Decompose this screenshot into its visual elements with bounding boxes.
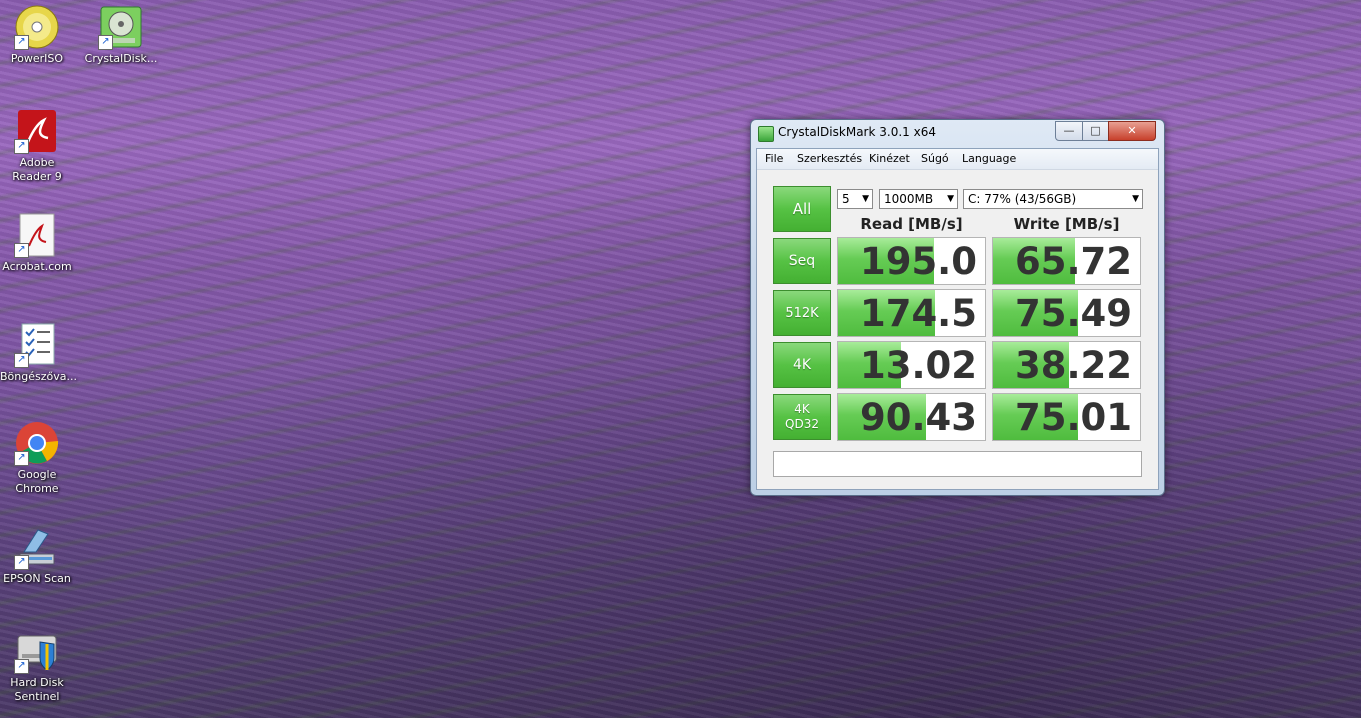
desktop-icon-label: CrystalDisk... <box>84 52 158 65</box>
desktop-icon-label: Acrobat.com <box>2 260 72 273</box>
desktop-icon-adobe-reader[interactable]: ↗ Adobe Reader 9 <box>0 108 74 184</box>
512k-button[interactable]: 512K <box>773 290 831 336</box>
benchmark-panel: All 5 ▼ 1000MB ▼ C: 77% (43/56GB) ▼ Read… <box>757 170 1158 489</box>
shortcut-arrow-icon: ↗ <box>98 35 113 50</box>
acrobat-icon: ↗ <box>14 212 60 258</box>
desktop-icon-google-chrome[interactable]: ↗ Google Chrome <box>0 420 74 496</box>
menu-sugo[interactable]: Súgó <box>921 152 949 165</box>
write-header: Write [MB/s] <box>1013 215 1120 233</box>
hdd-shield-icon: ↗ <box>14 628 60 674</box>
512k-read-cell: 174.5 <box>837 289 986 337</box>
all-button[interactable]: All <box>773 186 831 232</box>
shortcut-arrow-icon: ↗ <box>14 659 29 674</box>
4k-qd32-read-value: 90.43 <box>859 396 977 439</box>
4k-qd32-button[interactable]: 4K QD32 <box>773 394 831 440</box>
4k-button[interactable]: 4K <box>773 342 831 388</box>
chevron-down-icon: ▼ <box>947 194 954 204</box>
4k-read-value: 13.02 <box>859 344 977 387</box>
menu-szerkesztes[interactable]: Szerkesztés <box>797 152 862 165</box>
desktop-icon-hard-disk-sentinel[interactable]: ↗ Hard Disk Sentinel <box>0 628 74 704</box>
scanner-icon: ↗ <box>14 524 60 570</box>
size-select[interactable]: 1000MB ▼ <box>879 189 958 209</box>
window-title: CrystalDiskMark 3.0.1 x64 <box>778 125 936 139</box>
4k-qd32-write-value: 75.01 <box>1014 396 1132 439</box>
close-button[interactable]: ✕ <box>1108 121 1156 141</box>
seq-read-cell: 195.0 <box>837 237 986 285</box>
window-client: File Szerkesztés Kinézet Súgó Language A… <box>756 148 1159 490</box>
disc-icon: ↗ <box>14 4 60 50</box>
drive-select[interactable]: C: 77% (43/56GB) ▼ <box>963 189 1143 209</box>
chevron-down-icon: ▼ <box>862 194 869 204</box>
desktop-icon-poweriso[interactable]: ↗ PowerISO <box>0 4 74 66</box>
menu-kinezet[interactable]: Kinézet <box>869 152 910 165</box>
chrome-icon: ↗ <box>14 420 60 466</box>
menu-bar: File Szerkesztés Kinézet Súgó Language <box>757 149 1158 170</box>
drive-value: C: 77% (43/56GB) <box>968 192 1077 206</box>
crystaldisk-icon: ↗ <box>98 4 144 50</box>
desktop-icon-label: Böngészőva... <box>0 370 77 383</box>
size-value: 1000MB <box>884 192 934 206</box>
desktop-icon-label: Adobe Reader 9 <box>12 156 62 183</box>
desktop-icon-label: Google Chrome <box>15 468 59 495</box>
desktop-icon-label: Hard Disk Sentinel <box>10 676 64 703</box>
menu-file[interactable]: File <box>765 152 783 165</box>
512k-read-value: 174.5 <box>859 292 977 335</box>
runs-select[interactable]: 5 ▼ <box>837 189 873 209</box>
4k-write-cell: 38.22 <box>992 341 1141 389</box>
chevron-down-icon: ▼ <box>1132 194 1139 204</box>
seq-button[interactable]: Seq <box>773 238 831 284</box>
title-bar[interactable]: CrystalDiskMark 3.0.1 x64 — □ ✕ <box>751 120 1164 146</box>
maximize-button[interactable]: □ <box>1082 121 1109 141</box>
menu-language[interactable]: Language <box>962 152 1016 165</box>
512k-write-value: 75.49 <box>1014 292 1132 335</box>
4k-qd32-read-cell: 90.43 <box>837 393 986 441</box>
read-header: Read [MB/s] <box>860 215 963 233</box>
minimize-button[interactable]: — <box>1055 121 1083 141</box>
shortcut-arrow-icon: ↗ <box>14 35 29 50</box>
shortcut-arrow-icon: ↗ <box>14 451 29 466</box>
seq-write-value: 65.72 <box>1014 240 1132 283</box>
adobe-reader-icon: ↗ <box>14 108 60 154</box>
desktop-icon-epson-scan[interactable]: ↗ EPSON Scan <box>0 524 74 586</box>
status-comment-field[interactable] <box>773 451 1142 477</box>
shortcut-arrow-icon: ↗ <box>14 555 29 570</box>
desktop-icon-crystaldisk[interactable]: ↗ CrystalDisk... <box>84 4 158 66</box>
shortcut-arrow-icon: ↗ <box>14 139 29 154</box>
runs-value: 5 <box>842 192 850 206</box>
desktop-icon-acrobat-com[interactable]: ↗ Acrobat.com <box>0 212 74 274</box>
shortcut-arrow-icon: ↗ <box>14 243 29 258</box>
4k-read-cell: 13.02 <box>837 341 986 389</box>
app-icon <box>758 126 774 142</box>
4k-qd32-write-cell: 75.01 <box>992 393 1141 441</box>
desktop-icon-label: PowerISO <box>10 52 64 65</box>
desktop-icon-label: EPSON Scan <box>3 572 71 585</box>
crystaldiskmark-window[interactable]: CrystalDiskMark 3.0.1 x64 — □ ✕ File Sze… <box>750 119 1165 496</box>
4k-write-value: 38.22 <box>1014 344 1132 387</box>
checklist-icon: ↗ <box>14 322 60 368</box>
shortcut-arrow-icon: ↗ <box>14 353 29 368</box>
seq-read-value: 195.0 <box>859 240 977 283</box>
seq-write-cell: 65.72 <box>992 237 1141 285</box>
512k-write-cell: 75.49 <box>992 289 1141 337</box>
desktop-icon-bongeszovalaszto[interactable]: ↗ Böngészőva... <box>0 322 77 384</box>
